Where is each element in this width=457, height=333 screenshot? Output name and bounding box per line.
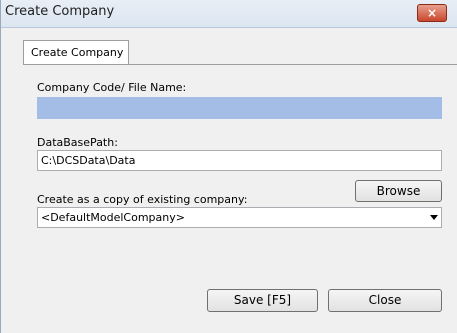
- tab-label: Create Company: [31, 46, 124, 59]
- company-code-label: Company Code/ File Name:: [37, 81, 187, 94]
- save-button[interactable]: Save [F5]: [207, 289, 318, 312]
- chevron-down-icon[interactable]: [430, 215, 438, 220]
- tab-create-company[interactable]: Create Company: [23, 40, 129, 65]
- database-path-value: C:\DCSData\Data: [41, 154, 136, 167]
- browse-button[interactable]: Browse: [355, 180, 442, 202]
- copy-company-select[interactable]: <DefaultModelCompany>: [37, 207, 442, 228]
- window-title: Create Company: [5, 4, 115, 19]
- company-code-field[interactable]: [37, 97, 442, 119]
- close-icon[interactable]: ×: [417, 4, 447, 22]
- title-bar[interactable]: Create Company ×: [1, 0, 457, 28]
- copy-company-selected: <DefaultModelCompany>: [41, 211, 185, 224]
- copy-company-label: Create as a copy of existing company:: [37, 193, 248, 206]
- database-path-field[interactable]: C:\DCSData\Data: [37, 150, 442, 171]
- create-company-window: Create Company × Create Company Company …: [0, 0, 457, 333]
- database-path-label: DataBasePath:: [37, 136, 118, 149]
- close-button[interactable]: Close: [328, 289, 442, 312]
